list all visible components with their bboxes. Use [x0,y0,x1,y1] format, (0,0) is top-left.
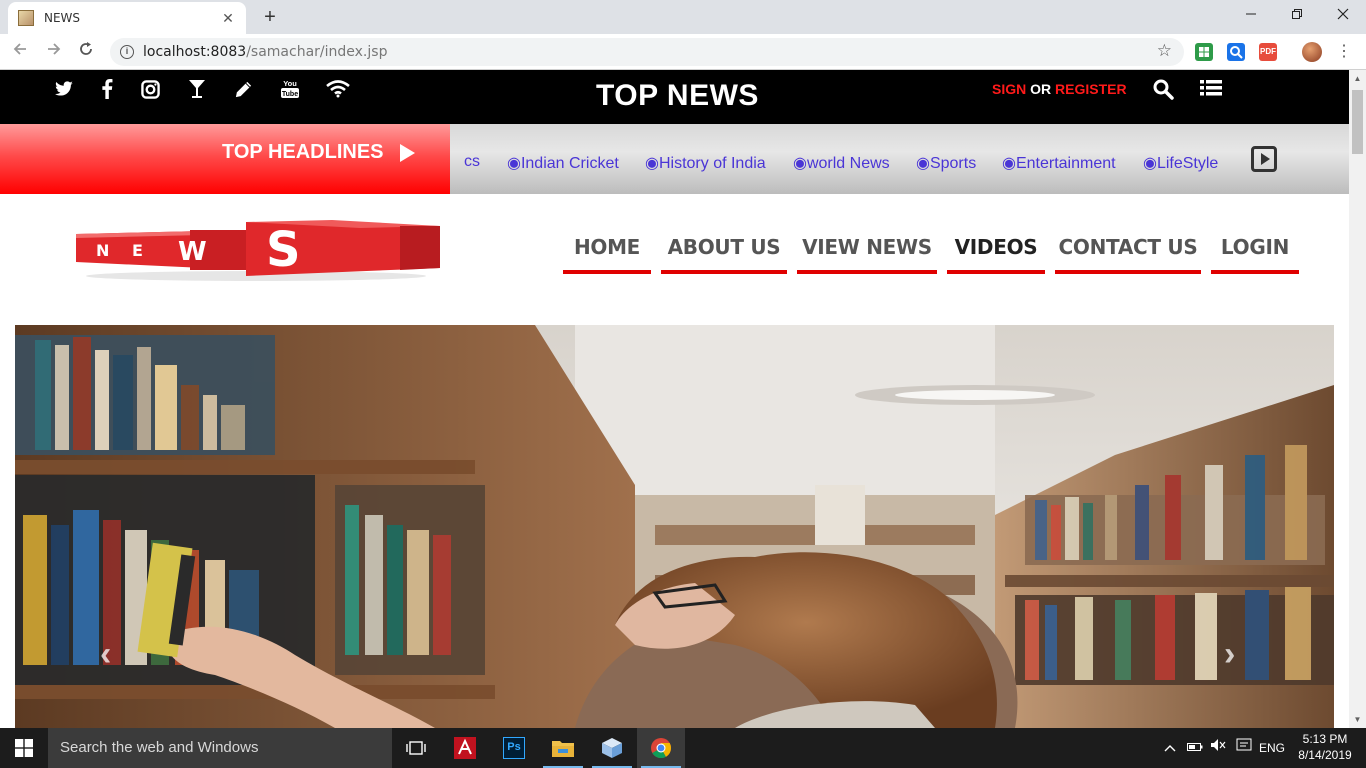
scrollbar-thumb[interactable] [1352,90,1363,154]
svg-text:W: W [178,237,207,267]
taskbar-search-box[interactable]: Search the web and Windows [48,728,392,768]
language-indicator[interactable]: ENG [1258,728,1286,768]
cocktail-icon[interactable] [184,76,210,102]
list-menu-icon[interactable] [1200,78,1222,98]
bookmark-star-icon[interactable]: ☆ [1157,41,1172,61]
svg-text:S: S [266,222,301,278]
ticker-item[interactable]: ◉History of India [645,153,766,173]
svg-text:E: E [132,241,143,260]
close-window-button[interactable] [1320,0,1366,30]
nav-login[interactable]: LOGIN [1211,234,1299,274]
url-host: localhost:8083 [143,44,247,60]
pencil-icon[interactable] [230,76,256,102]
close-icon [1337,8,1349,20]
arrow-left-icon [13,43,26,55]
arrow-right-icon [48,43,61,55]
forward-button[interactable] [42,40,66,64]
site-info-icon[interactable]: i [120,45,134,59]
reload-icon [80,42,92,55]
page-scrollbar[interactable]: ▲ ▼ [1349,70,1366,728]
carousel-next-button[interactable]: › [1224,635,1235,674]
scroll-up-arrow-icon[interactable]: ▲ [1349,70,1366,87]
clock-date: 8/14/2019 [1298,748,1352,762]
tab-close-icon[interactable]: ✕ [220,10,236,27]
site-topbar: You Tube TOP NEWS SIGN OR REGISTER [0,70,1349,124]
volume-muted-icon[interactable] [1209,728,1227,768]
ticker-item[interactable]: ◉Sports [916,153,976,173]
page-viewport: You Tube TOP NEWS SIGN OR REGISTER TOP HE… [0,70,1349,728]
photoshop-icon[interactable]: Ps [490,728,538,768]
start-button[interactable] [0,728,48,768]
action-center-icon[interactable] [1235,728,1253,768]
ticker-item[interactable]: cs [464,153,480,171]
reload-button[interactable] [74,40,98,64]
youtube-icon[interactable]: You Tube [277,76,303,102]
nav-view-news[interactable]: VIEW NEWS [797,234,937,274]
file-explorer-icon[interactable] [539,728,587,768]
profile-avatar[interactable] [1302,42,1322,62]
nav-about-us[interactable]: ABOUT US [661,234,787,274]
register-link[interactable]: REGISTER [1055,81,1127,97]
headline-ticker: TOP HEADLINES cs ◉Indian Cricket ◉Histor… [0,124,1349,194]
ticker-item[interactable]: ◉Indian Cricket [507,153,619,173]
tray-chevron-up-icon[interactable] [1162,728,1178,768]
site-favicon-icon [18,10,34,26]
play-arrow-icon [400,144,415,162]
windows-taskbar: Search the web and Windows Ps ENG 5:13 P [0,728,1366,768]
magnifier-glyph [1230,46,1243,59]
twitter-icon[interactable] [51,76,77,102]
task-view-icon[interactable] [392,728,440,768]
taskbar-clock[interactable]: 5:13 PM 8/14/2019 [1294,731,1356,763]
url-path: /samachar/index.jsp [246,44,388,60]
photoshop-label: Ps [503,737,525,759]
search-icon[interactable] [1152,78,1174,100]
headline-label-box: TOP HEADLINES [0,124,450,194]
restore-window-button[interactable] [1274,0,1320,30]
minimize-icon [1246,13,1256,15]
browser-menu-button[interactable]: ⋮ [1336,40,1352,64]
pdf-extension-icon[interactable]: PDF [1259,43,1277,61]
battery-icon[interactable] [1186,728,1204,768]
ticker-item[interactable]: ◉LifeStyle [1143,153,1218,173]
browser-tab-strip: NEWS ✕ + [0,0,1366,34]
clock-time: 5:13 PM [1302,732,1348,746]
browser-toolbar: i localhost:8083/samachar/index.jsp ☆ PD… [0,34,1366,70]
site-title: TOP NEWS [596,79,759,112]
nav-contact-us[interactable]: CONTACT US [1055,234,1201,274]
adobe-acrobat-icon[interactable] [441,728,489,768]
search-extension-icon[interactable] [1227,43,1245,61]
new-tab-button[interactable]: + [258,6,282,28]
chrome-icon[interactable] [637,728,685,768]
ticker-item[interactable]: ◉Entertainment [1002,153,1116,173]
browser-tab[interactable]: NEWS ✕ [8,2,246,34]
hero-carousel[interactable]: ‹ › [15,325,1334,728]
scroll-down-arrow-icon[interactable]: ▼ [1349,711,1366,728]
restore-icon [1292,9,1302,19]
back-button[interactable] [8,40,32,64]
svg-text:You: You [283,79,297,88]
tab-title: NEWS [44,11,81,25]
news-logo[interactable]: N E W S [70,218,442,284]
hero-image [15,325,1334,728]
ticker-play-icon[interactable] [1251,146,1277,172]
box-app-icon[interactable] [588,728,636,768]
nav-videos[interactable]: VIDEOS [947,234,1045,274]
minimize-window-button[interactable] [1228,0,1274,30]
wifi-icon[interactable] [325,76,351,102]
ticker-item[interactable]: ◉world News [793,153,890,173]
sheets-glyph [1199,47,1209,57]
svg-text:Tube: Tube [282,91,298,98]
svg-text:N: N [96,241,109,260]
facebook-icon[interactable] [94,76,120,102]
auth-links: SIGN OR REGISTER [992,81,1127,97]
or-text: OR [1030,81,1052,97]
sign-in-link[interactable]: SIGN [992,81,1026,97]
sheets-icon[interactable] [1195,43,1213,61]
carousel-prev-button[interactable]: ‹ [100,635,111,674]
instagram-icon[interactable] [137,76,163,102]
address-bar[interactable]: i localhost:8083/samachar/index.jsp ☆ [110,38,1184,66]
nav-home[interactable]: HOME [563,234,651,274]
windows-logo-icon [15,739,33,757]
headline-label: TOP HEADLINES [222,141,384,163]
